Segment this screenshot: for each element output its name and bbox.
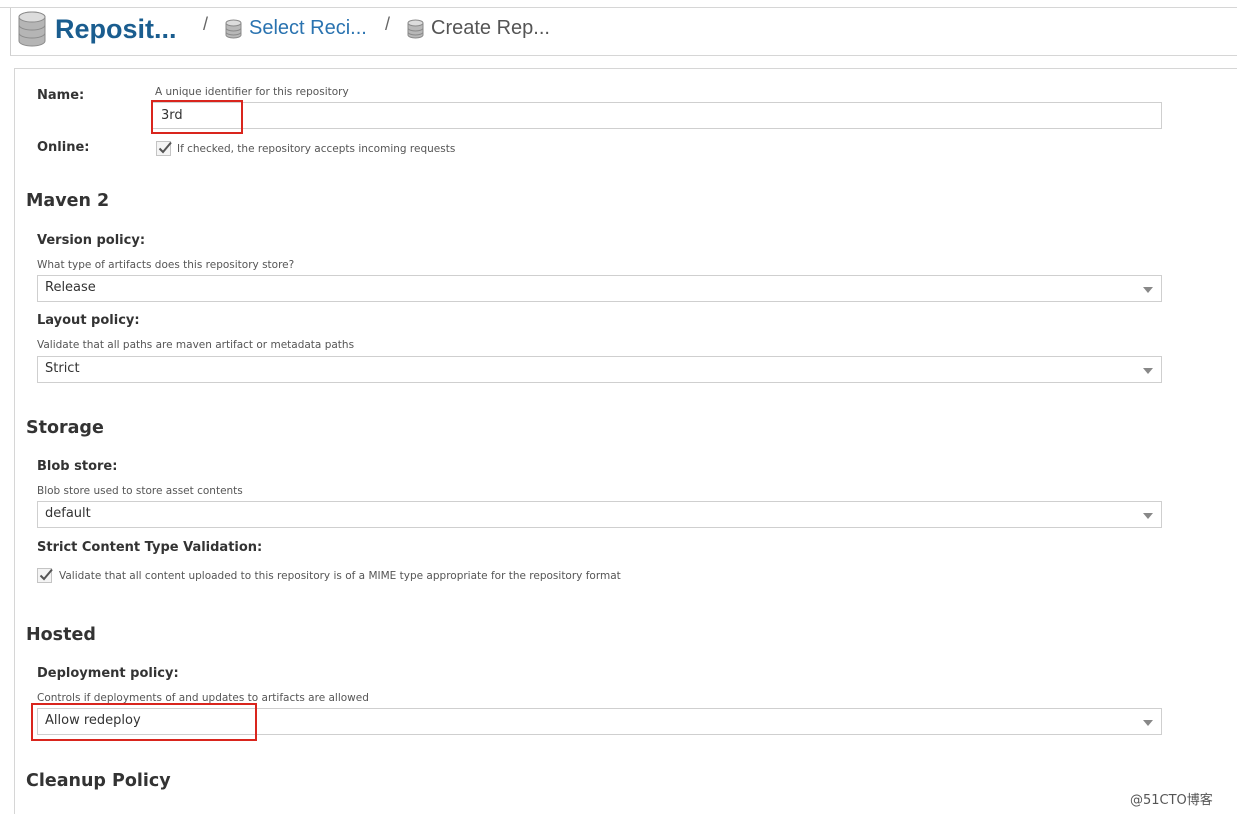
highlight-name-input <box>151 100 243 134</box>
version-policy-help: What type of artifacts does this reposit… <box>37 259 295 271</box>
checkmark-icon <box>39 568 53 581</box>
strict-validation-checkbox[interactable] <box>37 568 53 583</box>
breadcrumb-create-repository: Create Rep... <box>407 17 550 40</box>
top-strip <box>0 0 1237 8</box>
breadcrumb-root[interactable]: Reposit... <box>17 11 177 47</box>
database-icon <box>225 19 242 38</box>
blob-store-label: Blob store: <box>37 459 118 474</box>
cleanup-section-title: Cleanup Policy <box>26 771 171 791</box>
deployment-policy-label: Deployment policy: <box>37 666 179 681</box>
maven-section-title: Maven 2 <box>26 191 110 211</box>
layout-policy-help: Validate that all paths are maven artifa… <box>37 339 355 351</box>
blob-store-value: default <box>45 506 91 521</box>
name-help: A unique identifier for this repository <box>155 86 349 98</box>
database-icon <box>18 11 46 47</box>
strict-validation-help: Validate that all content uploaded to th… <box>59 570 621 582</box>
chevron-down-icon <box>1143 513 1153 519</box>
checkmark-icon <box>158 141 172 154</box>
online-label: Online: <box>37 140 90 155</box>
layout-policy-value: Strict <box>45 361 80 376</box>
online-checkbox[interactable] <box>156 141 172 156</box>
breadcrumb: Reposit... / Select Reci... / Create Rep… <box>10 8 1237 56</box>
breadcrumb-separator: / <box>385 14 391 34</box>
version-policy-select[interactable]: Release <box>37 275 1162 302</box>
strict-validation-label: Strict Content Type Validation: <box>37 540 263 555</box>
blob-store-help: Blob store used to store asset contents <box>37 485 243 497</box>
watermark: @51CTO博客 <box>1130 793 1213 808</box>
hosted-section-title: Hosted <box>26 625 96 645</box>
breadcrumb-step3-label: Create Rep... <box>431 17 550 39</box>
version-policy-label: Version policy: <box>37 233 146 248</box>
blob-store-select[interactable]: default <box>37 501 1162 528</box>
online-help: If checked, the repository accepts incom… <box>177 143 456 155</box>
breadcrumb-separator: / <box>203 14 209 34</box>
breadcrumb-root-label: Reposit... <box>55 13 177 44</box>
chevron-down-icon <box>1143 720 1153 726</box>
layout-policy-label: Layout policy: <box>37 313 140 328</box>
highlight-deployment-policy <box>31 703 257 741</box>
breadcrumb-step2-label: Select Reci... <box>249 17 367 39</box>
storage-section-title: Storage <box>26 418 104 438</box>
breadcrumb-select-recipe[interactable]: Select Reci... <box>225 17 367 40</box>
chevron-down-icon <box>1143 287 1153 293</box>
name-label: Name: <box>37 88 85 103</box>
layout-policy-select[interactable]: Strict <box>37 356 1162 383</box>
chevron-down-icon <box>1143 368 1153 374</box>
database-icon <box>407 19 424 38</box>
version-policy-value: Release <box>45 280 96 295</box>
name-input[interactable]: 3rd <box>152 102 1162 129</box>
